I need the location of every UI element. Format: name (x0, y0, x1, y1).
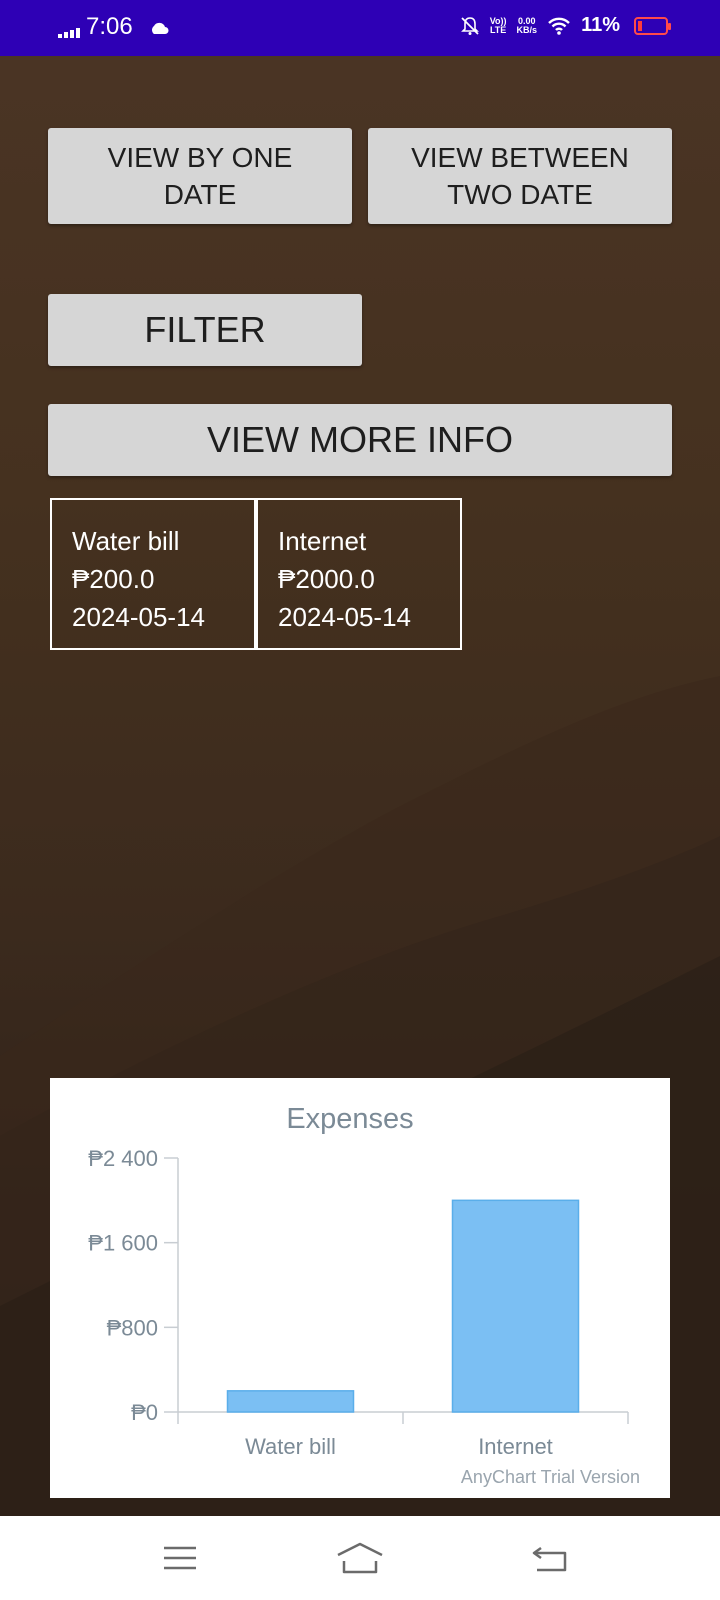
navigation-bar (0, 1516, 720, 1600)
expense-amount: ₱200.0 (72, 564, 155, 594)
network-speed: 0.00 KB/s (516, 16, 538, 35)
view-more-info-button[interactable]: VIEW MORE INFO (48, 404, 672, 476)
bar-water-bill (226, 1390, 355, 1413)
menu-icon[interactable] (150, 1536, 210, 1580)
home-icon[interactable] (330, 1536, 390, 1580)
x-tick-label: Water bill (245, 1434, 336, 1459)
battery-icon (634, 16, 671, 35)
signal-icon (58, 24, 80, 38)
expenses-chart: Expenses ₱0 ₱800 ₱1 600 ₱2 400 Water bill Inte… (50, 1078, 670, 1498)
y-tick-label: ₱0 (131, 1400, 158, 1425)
battery-percent: 11% (581, 14, 620, 36)
chart-title: Expenses (286, 1103, 413, 1135)
y-tick-label: ₱1 600 (88, 1231, 158, 1256)
x-tick-label: Internet (478, 1434, 553, 1459)
bar-internet (451, 1199, 580, 1413)
expense-amount: ₱2000.0 (278, 564, 375, 594)
y-tick-label: ₱800 (107, 1315, 158, 1340)
expense-card[interactable]: Water bill ₱200.0 2024-05-14 (50, 498, 256, 650)
filter-button[interactable]: FILTER (48, 294, 362, 366)
expense-card[interactable]: Internet ₱2000.0 2024-05-14 (256, 498, 462, 650)
back-icon[interactable] (520, 1536, 580, 1580)
chart-watermark: AnyChart Trial Version (461, 1467, 640, 1487)
expense-list: Water bill ₱200.0 2024-05-14 Internet ₱2… (50, 498, 462, 650)
mute-bell-icon (460, 16, 479, 35)
expenses-chart-svg: Expenses ₱0 ₱800 ₱1 600 ₱2 400 Water bill Inte… (88, 1103, 640, 1487)
wifi-icon (548, 17, 570, 35)
y-tick-label: ₱2 400 (88, 1146, 158, 1171)
volte-bottom-text: LTE (489, 24, 507, 35)
view-between-two-date-button[interactable]: VIEW BETWEEN TWO DATE (368, 128, 672, 224)
expense-date: 2024-05-14 (72, 602, 205, 632)
view-by-one-date-button[interactable]: VIEW BY ONE DATE (48, 128, 352, 224)
expense-name: Internet (278, 526, 367, 556)
expense-name: Water bill (72, 526, 180, 556)
cloud-icon (151, 22, 169, 34)
status-time: 7:06 (86, 13, 133, 40)
network-speed-unit: KB/s (516, 24, 538, 35)
status-bar: 7:06 Vo)) LTE 0.00 KB/s 11% (0, 0, 720, 56)
volte-icon: Vo)) LTE (489, 16, 507, 35)
expense-date: 2024-05-14 (278, 602, 411, 632)
